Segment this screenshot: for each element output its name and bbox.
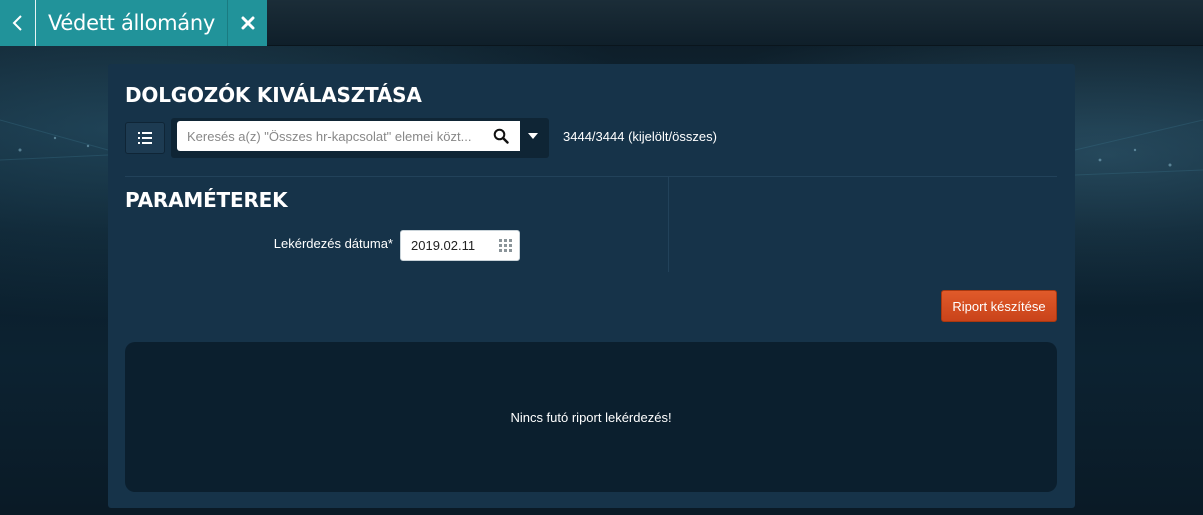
chevron-left-icon [12, 15, 22, 31]
no-report-message: Nincs futó riport lekérdezés! [510, 409, 672, 425]
column-divider [668, 177, 669, 272]
query-date-label: Lekérdezés dátuma* [273, 236, 393, 251]
list-icon [138, 132, 152, 144]
top-bar: Védett állomány [0, 0, 1203, 46]
create-report-button[interactable]: Riport készítése [941, 290, 1057, 322]
close-icon [241, 16, 254, 30]
list-view-button[interactable] [125, 122, 165, 154]
app-tab: Védett állomány [0, 0, 267, 46]
section-divider [125, 176, 1057, 177]
employee-search-input[interactable] [177, 121, 520, 151]
employee-dropdown-button[interactable] [520, 121, 546, 151]
query-date-field [400, 230, 520, 261]
report-result-area: Nincs futó riport lekérdezés! [125, 342, 1057, 492]
search-icon[interactable] [493, 128, 509, 144]
query-date-input[interactable] [401, 231, 493, 260]
caret-down-icon [528, 133, 538, 139]
main-panel: DOLGOZÓK KIVÁLASZTÁSA 3444/3444 (kijelöl… [108, 64, 1075, 508]
page-title: Védett állomány [36, 0, 227, 46]
back-button[interactable] [0, 0, 36, 46]
close-button[interactable] [227, 0, 267, 46]
employee-search [171, 118, 549, 158]
selection-count: 3444/3444 (kijelölt/összes) [563, 129, 717, 144]
calendar-icon[interactable] [499, 239, 513, 252]
employees-section-title: DOLGOZÓK KIVÁLASZTÁSA [125, 83, 422, 107]
parameters-section-title: PARAMÉTEREK [125, 188, 288, 212]
